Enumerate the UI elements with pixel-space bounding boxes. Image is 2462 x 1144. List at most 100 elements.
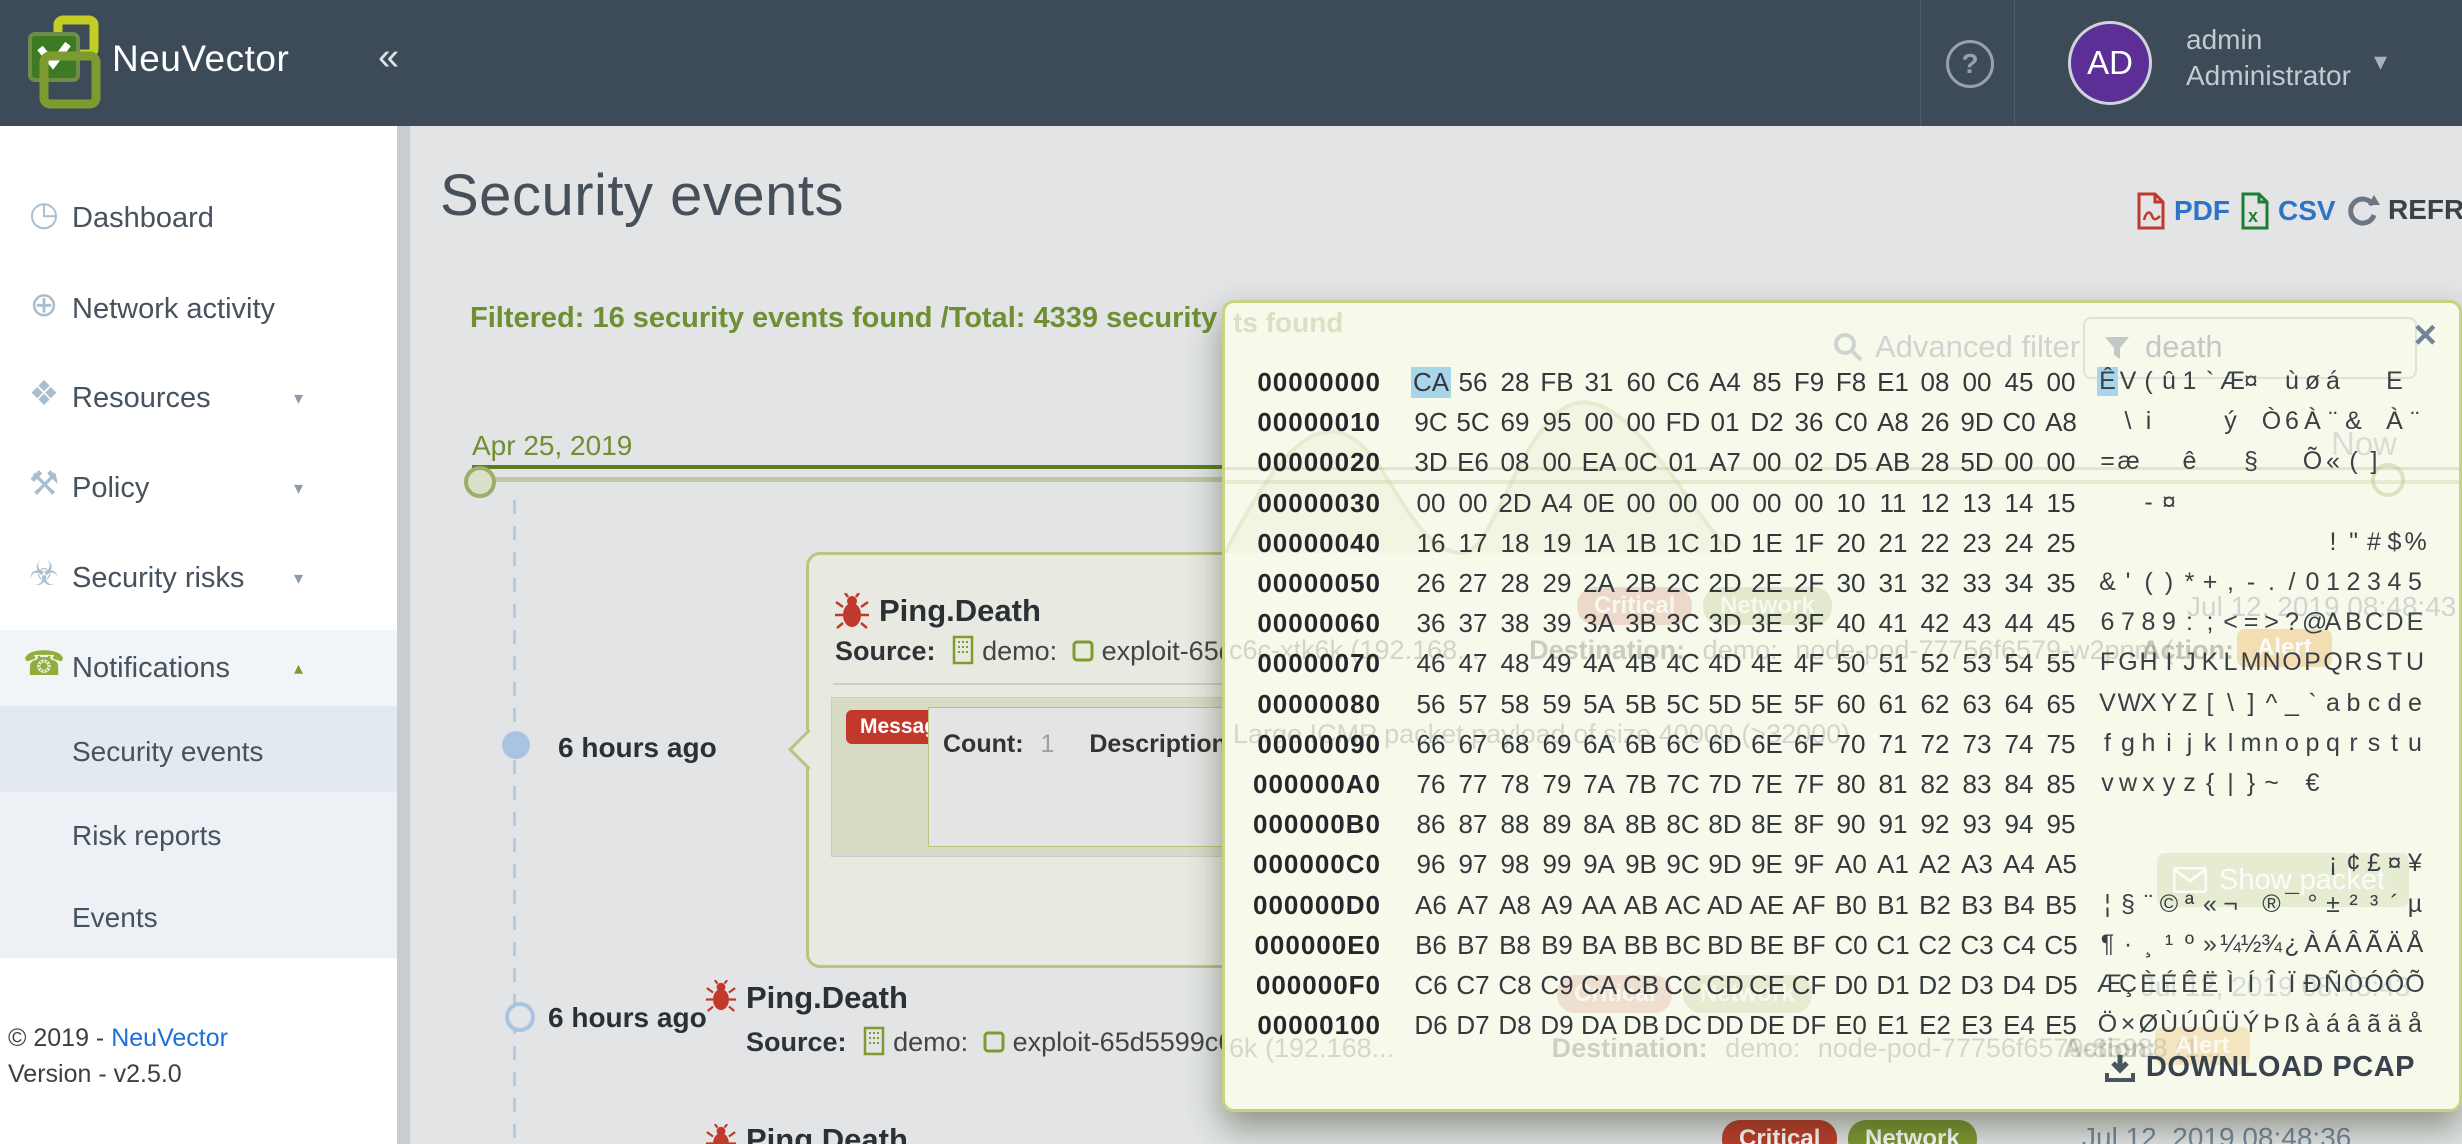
hex-byte[interactable]: 8E	[1747, 809, 1787, 840]
hex-ascii-char[interactable]: B	[2343, 608, 2364, 637]
hex-byte[interactable]: 00	[1999, 447, 2039, 478]
hex-byte[interactable]: CD	[1705, 970, 1745, 1001]
hex-byte[interactable]: 00	[1621, 488, 1661, 519]
hex-ascii-char[interactable]: |	[2220, 769, 2241, 798]
hex-byte[interactable]: 87	[1453, 809, 1493, 840]
hex-ascii-char[interactable]: Ñ	[2323, 970, 2344, 999]
hex-ascii-char[interactable]: Æ	[2097, 970, 2122, 999]
hex-byte[interactable]: D9	[1537, 1010, 1577, 1041]
hex-byte[interactable]: 18	[1495, 528, 1535, 559]
hex-byte[interactable]: 2D	[1495, 488, 1535, 519]
hex-byte[interactable]: C1	[1873, 930, 1913, 961]
hex-ascii-char[interactable]: y	[2159, 769, 2180, 798]
hex-byte[interactable]: 1D	[1705, 528, 1745, 559]
hex-ascii-char[interactable]: â	[2343, 1010, 2364, 1039]
hex-ascii-char[interactable]: Î	[2261, 970, 2282, 999]
hex-byte[interactable]: 9E	[1747, 849, 1787, 880]
hex-byte[interactable]: 1C	[1663, 528, 1703, 559]
hex-ascii-char[interactable]: )	[2159, 568, 2180, 597]
hex-ascii-char[interactable]: {	[2200, 769, 2221, 798]
hex-byte[interactable]: 90	[1831, 809, 1871, 840]
hex-byte[interactable]: 83	[1957, 769, 1997, 800]
hex-byte[interactable]: 00	[1957, 367, 1997, 398]
hex-ascii-char[interactable]: I	[2159, 648, 2180, 677]
hex-ascii-char[interactable]: Õ	[2302, 447, 2323, 476]
hex-byte[interactable]: 44	[1999, 608, 2039, 639]
hex-byte[interactable]: 64	[1999, 689, 2039, 720]
hex-byte[interactable]: 00	[2041, 447, 2081, 478]
hex-byte[interactable]: 3A	[1579, 608, 1619, 639]
hex-byte[interactable]: 63	[1957, 689, 1997, 720]
hex-ascii-char[interactable]: b	[2343, 689, 2364, 718]
hex-ascii-char[interactable]: A	[2323, 608, 2344, 637]
hex-ascii-char[interactable]: ¼	[2220, 930, 2241, 959]
hex-ascii-char[interactable]: t	[2384, 729, 2405, 758]
hex-ascii-char[interactable]: ¨	[2405, 407, 2426, 436]
hex-ascii-char[interactable]: h	[2138, 729, 2159, 758]
hex-byte[interactable]: DE	[1747, 1010, 1787, 1041]
hex-byte[interactable]: 01	[1705, 407, 1745, 438]
hex-ascii-char[interactable]: &	[2343, 407, 2364, 436]
hex-ascii-char[interactable]: i	[2138, 407, 2159, 436]
hex-byte[interactable]: A7	[1453, 890, 1493, 921]
hex-byte[interactable]: E3	[1957, 1010, 1997, 1041]
hex-byte[interactable]: 5E	[1747, 689, 1787, 720]
hex-byte[interactable]: 00	[1621, 407, 1661, 438]
hex-byte[interactable]: 15	[2041, 488, 2081, 519]
user-menu-caret-icon[interactable]: ▾	[2374, 46, 2387, 77]
hex-ascii-char[interactable]: :	[2179, 608, 2200, 637]
hex-byte[interactable]: 39	[1537, 608, 1577, 639]
hex-byte[interactable]: 45	[1999, 367, 2039, 398]
hex-byte[interactable]: 69	[1495, 407, 1535, 438]
hex-byte[interactable]: 4D	[1705, 648, 1745, 679]
hex-byte[interactable]: 26	[1915, 407, 1955, 438]
sidebar-item-policy[interactable]: ⚒ Policy ▾	[0, 460, 397, 516]
hex-ascii-char[interactable]: ]	[2364, 447, 2385, 476]
hex-ascii-char[interactable]: Ò	[2261, 407, 2282, 436]
hex-ascii-char[interactable]: ¤	[2384, 849, 2405, 878]
hex-byte[interactable]: 08	[1915, 367, 1955, 398]
hex-byte[interactable]: 94	[1999, 809, 2039, 840]
hex-byte[interactable]: 31	[1579, 367, 1619, 398]
hex-byte[interactable]: 23	[1957, 528, 1997, 559]
hex-byte[interactable]: C9	[1537, 970, 1577, 1001]
hex-ascii-char[interactable]: Ô	[2384, 970, 2405, 999]
hex-ascii-char[interactable]: '	[2118, 568, 2139, 597]
hex-byte[interactable]: 97	[1453, 849, 1493, 880]
hex-ascii-char[interactable]: (	[2343, 447, 2364, 476]
hex-ascii-char[interactable]: Ç	[2118, 970, 2139, 999]
hex-byte[interactable]: C3	[1957, 930, 1997, 961]
hex-byte[interactable]: 8A	[1579, 809, 1619, 840]
hex-byte[interactable]: 86	[1411, 809, 1451, 840]
sidebar-item-network-activity[interactable]: ⊕ Network activity	[0, 281, 397, 337]
hex-ascii-char[interactable]: 6	[2282, 407, 2303, 436]
hex-ascii-char[interactable]: =	[2241, 608, 2262, 637]
hex-byte[interactable]: 95	[2041, 809, 2081, 840]
hex-byte[interactable]: A8	[1495, 890, 1535, 921]
hex-ascii-char[interactable]: 1	[2323, 568, 2344, 597]
hex-byte[interactable]: 1B	[1621, 528, 1661, 559]
hex-byte[interactable]: 7F	[1789, 769, 1829, 800]
hex-ascii-char[interactable]: v	[2097, 769, 2118, 798]
hex-byte[interactable]: 68	[1495, 729, 1535, 760]
hex-ascii-char[interactable]: Y	[2159, 689, 2180, 718]
hex-byte[interactable]: A0	[1831, 849, 1871, 880]
hex-ascii-char[interactable]: 6	[2097, 608, 2118, 637]
hex-byte[interactable]: 00	[1789, 488, 1829, 519]
hex-byte[interactable]: 20	[1831, 528, 1871, 559]
hex-byte[interactable]: 31	[1873, 568, 1913, 599]
hex-byte[interactable]: E4	[1999, 1010, 2039, 1041]
hex-byte[interactable]: 6A	[1579, 729, 1619, 760]
hex-byte[interactable]: 3C	[1663, 608, 1703, 639]
hex-byte[interactable]: BE	[1747, 930, 1787, 961]
hex-byte[interactable]: 36	[1411, 608, 1451, 639]
hex-byte[interactable]: BF	[1789, 930, 1829, 961]
hex-ascii-char[interactable]: Ò	[2343, 970, 2364, 999]
hex-byte[interactable]: 9B	[1621, 849, 1661, 880]
hex-ascii-char[interactable]: u	[2405, 729, 2426, 758]
refresh-button[interactable]: REFRESH	[2344, 192, 2462, 228]
hex-ascii-char[interactable]: ·	[2118, 930, 2139, 959]
hex-ascii-char[interactable]: F	[2097, 648, 2118, 677]
hex-byte[interactable]: 8C	[1663, 809, 1703, 840]
hex-ascii-char[interactable]: «	[2200, 890, 2221, 919]
